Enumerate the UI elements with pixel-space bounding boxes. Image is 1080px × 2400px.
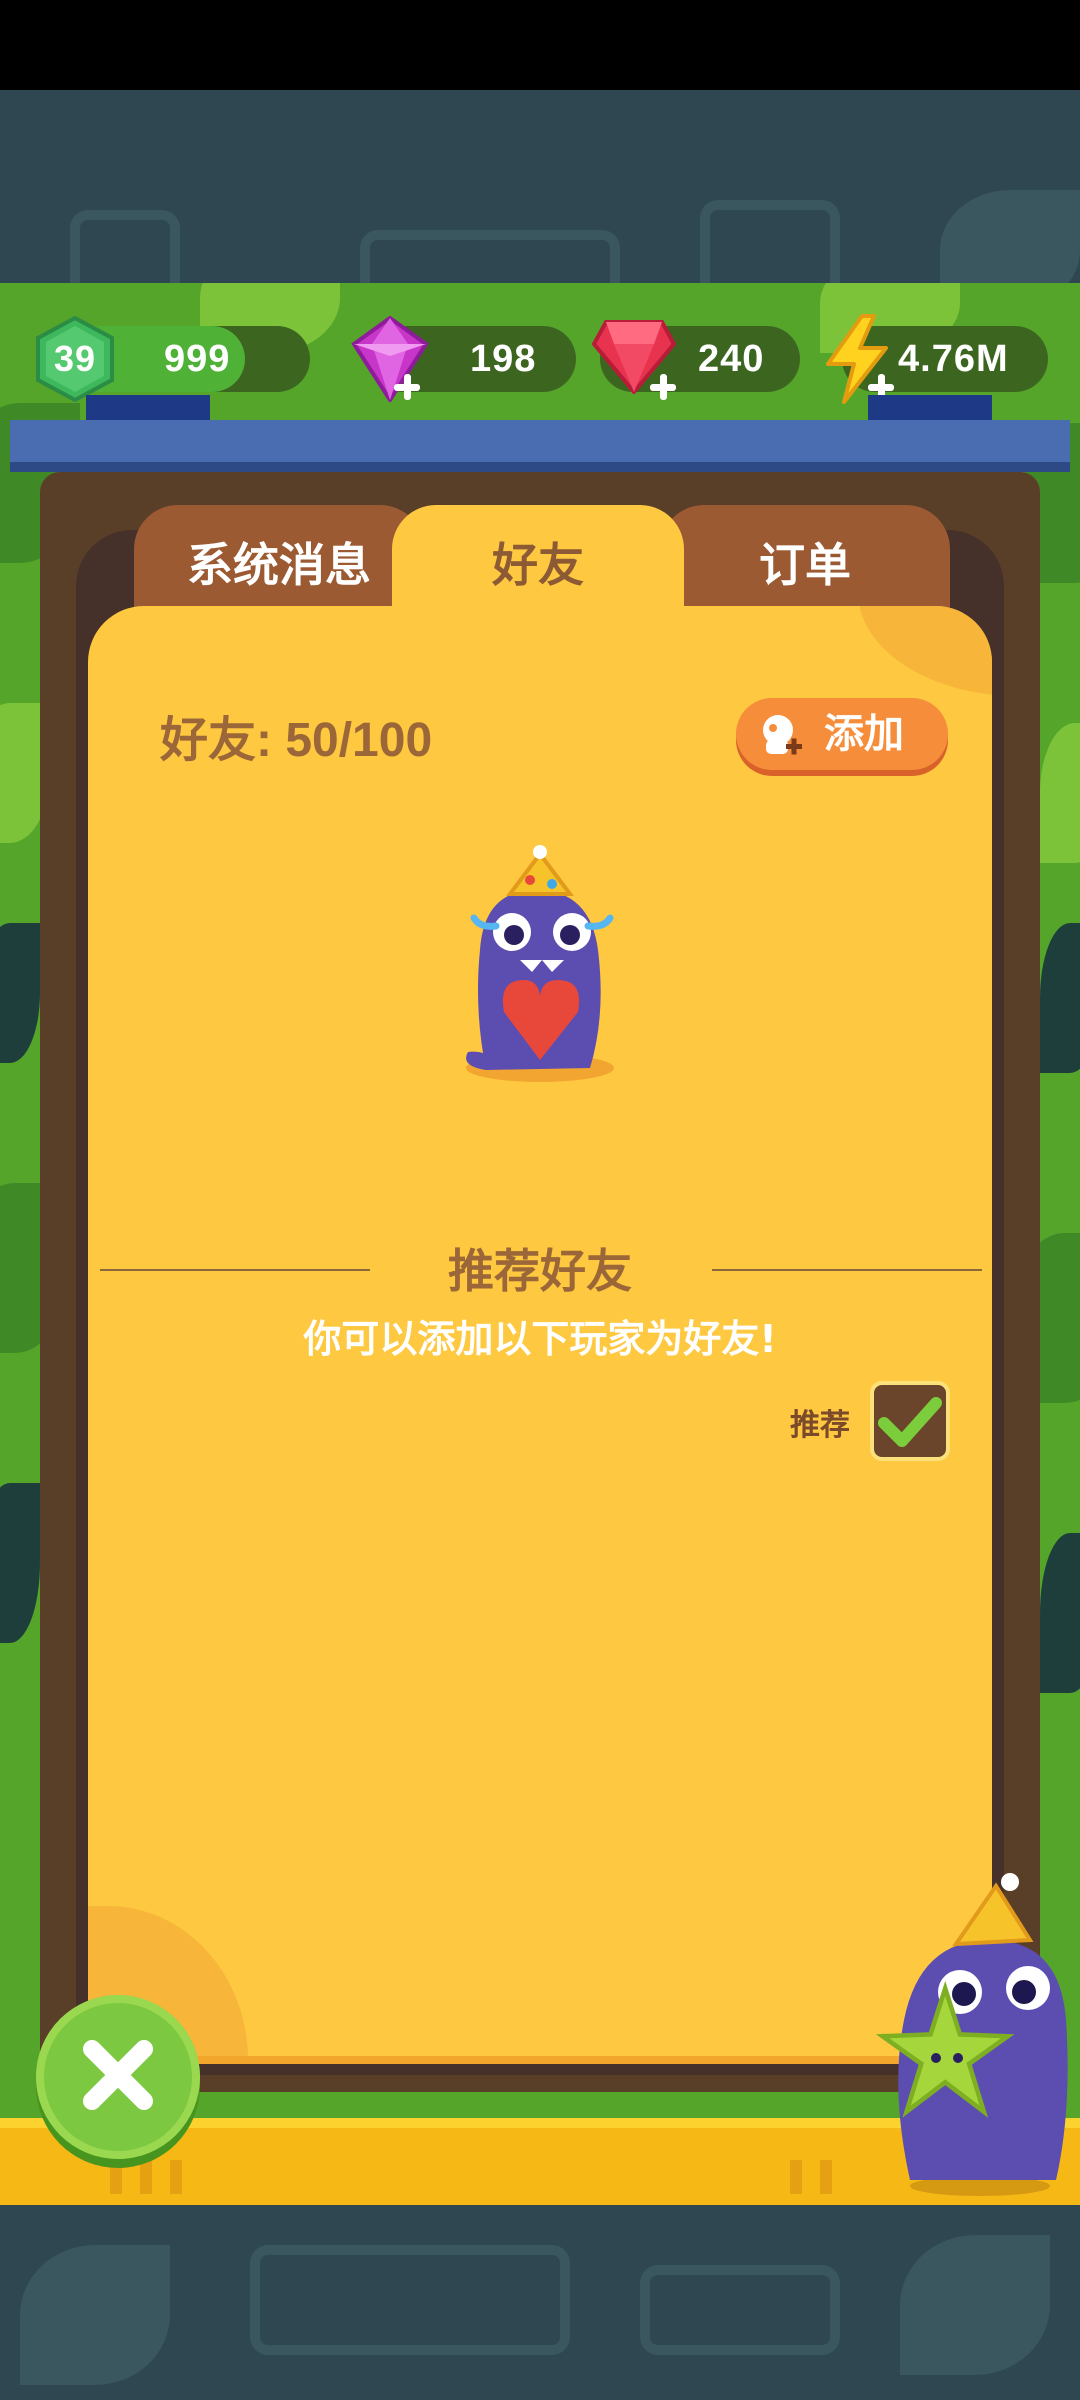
divider-left: [100, 1269, 370, 1271]
sad-monster-icon: [466, 845, 614, 1082]
tab-friends[interactable]: 好友: [392, 505, 684, 635]
tab-label: 订单: [759, 538, 851, 592]
friends-count: 好友: 50/100: [160, 714, 433, 767]
recommend-toggle-label: 推荐: [790, 1408, 850, 1443]
recommend-subtitle: 你可以添加以下玩家为好友!: [303, 1317, 777, 1361]
tab-label: 系统消息: [187, 538, 371, 592]
xp-value: 999: [164, 338, 231, 380]
add-friend-button[interactable]: 添加: [736, 698, 948, 770]
recommend-title: 推荐好友: [448, 1244, 632, 1298]
top-backdrop: [0, 90, 1080, 285]
close-icon: [83, 2040, 153, 2110]
divider-right: [712, 1269, 982, 1271]
add-red-gem-icon[interactable]: [648, 372, 678, 402]
shelf: [10, 420, 1070, 472]
tab-label: 好友: [492, 538, 584, 592]
purple-gem-value: 198: [470, 338, 537, 380]
status-bar: [0, 0, 1080, 90]
close-button[interactable]: [36, 1995, 200, 2159]
red-gem-value: 240: [698, 338, 765, 380]
add-purple-gem-icon[interactable]: [392, 372, 422, 402]
monster-mascot-icon: [875, 1873, 1068, 2196]
tab-system-messages[interactable]: 系统消息: [134, 505, 424, 615]
checkmark-icon: [878, 1397, 942, 1447]
level-value: 39: [53, 338, 97, 379]
add-friend-icon: [763, 715, 802, 755]
add-friend-label: 添加: [824, 711, 904, 757]
recommend-checkbox[interactable]: [870, 1381, 950, 1461]
bottom-backdrop: [0, 2205, 1080, 2400]
tab-orders[interactable]: 订单: [660, 505, 950, 615]
energy-value: 4.76M: [898, 338, 1009, 380]
panel-decoration: [858, 606, 992, 696]
